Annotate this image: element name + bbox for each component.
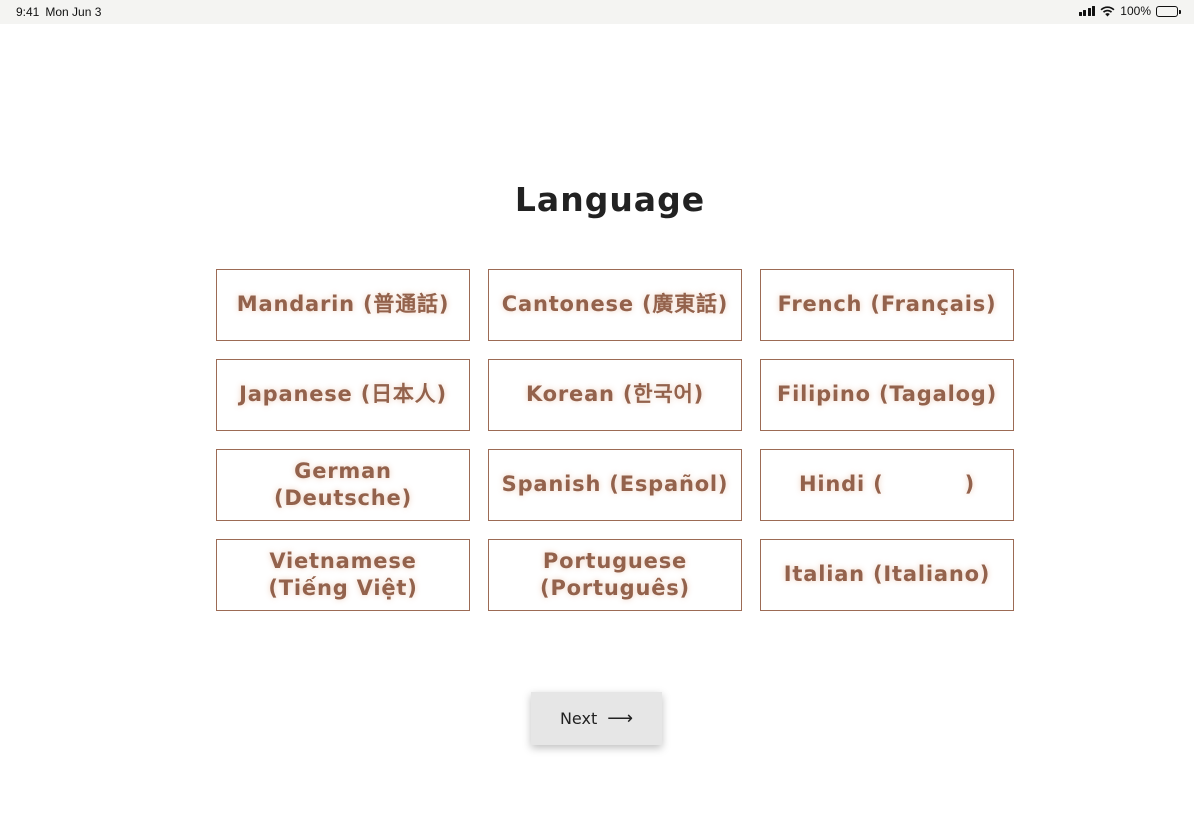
language-option-french[interactable]: French (Français) [760,269,1014,341]
language-option-cantonese[interactable]: Cantonese (廣東話) [488,269,742,341]
status-time: 9:41 [16,5,40,19]
language-option-filipino[interactable]: Filipino (Tagalog) [760,359,1014,431]
language-option-portuguese[interactable]: Portuguese (Português) [488,539,742,611]
language-option-hindi[interactable]: Hindi ( ) [760,449,1014,521]
status-bar: 9:41 Mon Jun 3 100% [0,0,1194,24]
language-option-italian[interactable]: Italian (Italiano) [760,539,1014,611]
battery-percent: 100% [1120,4,1151,18]
language-option-mandarin[interactable]: Mandarin (普通話) [216,269,470,341]
language-option-spanish[interactable]: Spanish (Español) [488,449,742,521]
next-button[interactable]: Next ⟶ [531,692,662,745]
language-option-german[interactable]: German (Deutsche) [216,449,470,521]
cellular-signal-icon [1078,6,1096,16]
language-option-korean[interactable]: Korean (한국어) [488,359,742,431]
status-left: 9:41 Mon Jun 3 [16,5,101,19]
battery-icon [1156,5,1181,17]
page-title: Language [514,180,706,219]
status-right: 100% [1078,4,1181,18]
arrow-right-icon: ⟶ [607,708,634,729]
wifi-icon [1100,5,1115,16]
language-option-vietnamese[interactable]: Vietnamese (Tiếng Việt) [216,539,470,611]
language-grid: Mandarin (普通話) Cantonese (廣東話) French (F… [216,269,1014,611]
status-date: Mon Jun 3 [45,5,102,19]
language-option-japanese[interactable]: Japanese (日本人) [216,359,470,431]
next-button-label: Next [559,709,598,728]
